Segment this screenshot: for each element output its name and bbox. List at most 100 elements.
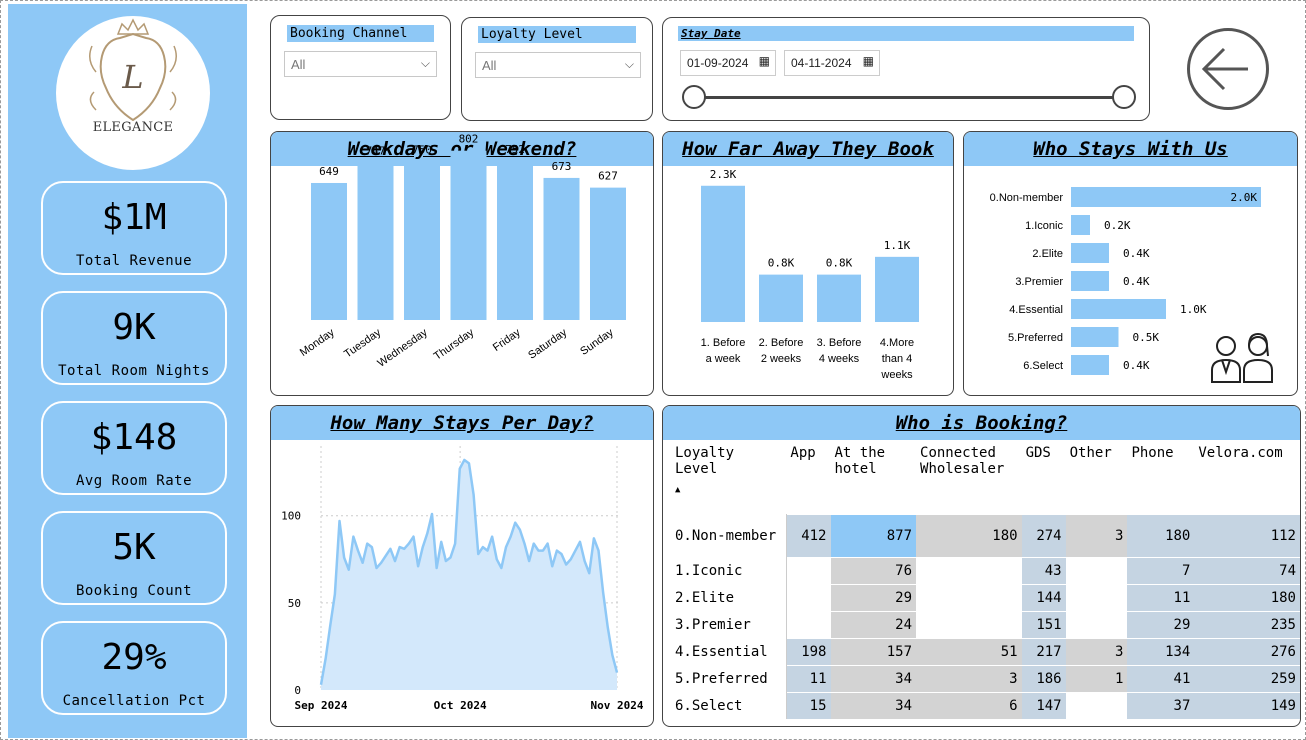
data-label: 0.5K: [1133, 331, 1160, 344]
bar: [701, 185, 745, 322]
table-cell: 41: [1127, 665, 1195, 693]
bar: [1071, 299, 1166, 319]
column-header-label: GDS: [1025, 445, 1051, 461]
column-header[interactable]: Other: [1066, 442, 1128, 515]
table-cell: 147: [1021, 692, 1066, 719]
table-cell: 186: [1021, 665, 1066, 693]
range-start-handle[interactable]: [682, 85, 706, 109]
kpi-label: Cancellation Pct: [62, 693, 206, 709]
data-label: 747: [366, 144, 386, 157]
bar: [875, 256, 919, 322]
x-tick-label: 2. Before 2 weeks: [759, 337, 804, 365]
data-label: 649: [319, 165, 339, 178]
table-cell: 34: [830, 665, 917, 693]
table-cell: 276: [1194, 638, 1300, 666]
column-header[interactable]: Connected Wholesaler: [916, 442, 1022, 515]
table-cell: [1065, 611, 1128, 639]
brand-logo: L ELEGANCE: [56, 16, 210, 170]
data-label: 0.4K: [1123, 247, 1150, 260]
column-header[interactable]: At the hotel: [831, 442, 917, 515]
end-date-input[interactable]: 04-11-2024 ▦: [784, 50, 880, 76]
table-cell: 3: [1065, 638, 1128, 666]
calendar-icon[interactable]: ▦: [759, 54, 770, 68]
data-label: 2.3K: [710, 168, 737, 181]
table-cell: [1065, 557, 1128, 585]
calendar-icon[interactable]: ▦: [863, 54, 874, 68]
table-cell: 37: [1127, 692, 1195, 719]
table-cell: 1: [1065, 665, 1128, 693]
column-header[interactable]: GDS: [1022, 442, 1066, 515]
booking-channel-dropdown[interactable]: All ⌵: [284, 51, 437, 77]
table-cell: 180: [916, 514, 1022, 558]
y-tick-label: 2.Elite: [1032, 248, 1063, 260]
y-tick-label: 100: [281, 510, 301, 523]
date-range-track[interactable]: [693, 96, 1123, 99]
sidebar: L ELEGANCE $1M Total Revenue 9K Total Ro…: [8, 4, 247, 738]
table-row: 4.Essential 198 157 51 217 3 134 276: [671, 638, 1300, 666]
table-cell: 217: [1021, 638, 1066, 666]
column-header[interactable]: App: [786, 442, 830, 515]
brand-name: ELEGANCE: [92, 120, 174, 135]
table-cell: 877: [830, 514, 917, 558]
dropdown-value: All: [291, 57, 306, 72]
table-row: 2.Elite 29 144 11 180: [671, 584, 1300, 612]
table-cell: 74: [1194, 557, 1300, 585]
kpi-label: Booking Count: [75, 583, 193, 599]
data-label: 0.2K: [1104, 219, 1131, 232]
bar: [311, 182, 347, 320]
x-tick-label: 3. Before 4 weeks: [817, 337, 862, 365]
x-tick-label: Oct 2024: [434, 699, 487, 712]
table-cell: 29: [830, 584, 917, 612]
table-cell: [916, 557, 1022, 585]
table-row: 3.Premier 24 151 29 235: [671, 611, 1300, 639]
x-tick-label: Tuesday: [342, 326, 384, 360]
y-tick-label: 3.Premier: [1015, 276, 1063, 288]
column-header[interactable]: Loyalty Level ▲: [671, 442, 786, 515]
table-cell: 24: [830, 611, 917, 639]
y-tick-label: 6.Select: [1023, 360, 1063, 372]
column-header-label: Other: [1069, 445, 1112, 461]
loyalty-level-dropdown[interactable]: All ⌵: [475, 52, 641, 78]
weekday-chart-card: Weekdays or Weekend? 649 Monday 747 Tuesday…: [270, 131, 654, 396]
column-header-label: Loyalty Level: [675, 445, 735, 477]
row-header: 5.Preferred: [671, 665, 787, 693]
kpi-value: $1M: [101, 197, 167, 238]
kpi-cancellation-pct: 29% Cancellation Pct: [41, 621, 227, 715]
column-header[interactable]: Phone: [1127, 442, 1194, 515]
kpi-booking-count: 5K Booking Count: [41, 511, 227, 605]
kpi-total-room-nights: 9K Total Room Nights: [41, 291, 227, 385]
column-header-label: Phone: [1131, 445, 1174, 461]
column-header[interactable]: Velora.com: [1194, 442, 1300, 515]
kpi-value: 5K: [112, 527, 156, 568]
table-cell: 11: [786, 665, 831, 693]
column-header-label: At the hotel: [834, 445, 886, 477]
bar: [1071, 243, 1109, 263]
weekday-bar-chart: 649 Monday 747 Tuesday 750 Wednesday 802 Thursd…: [298, 133, 626, 370]
table-cell: 51: [916, 638, 1022, 666]
booking-matrix-table: Loyalty Level ▲ App At the hotel Connected W…: [671, 442, 1300, 719]
x-tick-label: 1. Before a week: [701, 337, 746, 365]
column-header-label: Connected Wholesaler: [920, 445, 1005, 477]
range-end-handle[interactable]: [1112, 85, 1136, 109]
table-cell: 144: [1021, 584, 1066, 612]
kpi-value: $148: [90, 417, 178, 458]
table-cell: 7: [1127, 557, 1195, 585]
y-tick-label: 50: [288, 597, 301, 610]
x-tick-label: Monday: [298, 326, 337, 359]
data-label: 2.0K: [1231, 191, 1258, 204]
sort-ascending-icon[interactable]: ▲: [675, 485, 782, 495]
start-date-input[interactable]: 01-09-2024 ▦: [680, 50, 776, 76]
table-cell: 412: [786, 514, 831, 558]
bar: [817, 274, 861, 322]
row-header: 4.Essential: [671, 638, 787, 666]
leadtime-chart-card: How Far Away They Book 2.3K 1. Before a we…: [662, 131, 954, 396]
table-cell: [916, 584, 1022, 612]
chevron-down-icon: ⌵: [420, 56, 430, 70]
table-cell: 3: [916, 665, 1022, 693]
end-date-value: 04-11-2024: [791, 56, 852, 70]
slicer-title: Loyalty Level: [478, 26, 636, 43]
table-cell: 112: [1194, 514, 1300, 558]
back-button[interactable]: [1187, 28, 1269, 110]
table-cell: 180: [1127, 514, 1195, 558]
dropdown-value: All: [482, 58, 497, 73]
